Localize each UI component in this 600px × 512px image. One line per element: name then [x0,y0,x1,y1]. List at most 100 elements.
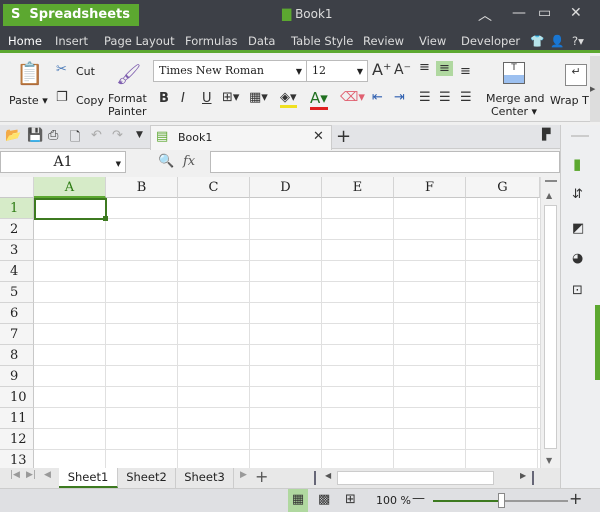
zoom-formula-icon[interactable]: 🔍 [158,154,174,169]
font-size-select[interactable]: 12 ▼ [306,60,368,82]
page-layout-view-icon[interactable]: ⊞ [345,492,356,507]
column-header[interactable]: F [394,177,466,198]
select-all-corner[interactable] [0,177,34,198]
row-header[interactable]: 3 [0,240,34,261]
help-icon[interactable]: ?▾ [572,34,584,48]
scroll-left-icon[interactable]: ◀ [325,471,331,480]
ribbon-scroll-right[interactable]: ▶ [590,56,600,122]
row-header[interactable]: 7 [0,324,34,345]
vertical-scroll-thumb[interactable] [544,205,557,449]
new-doc-icon[interactable]: ▮ [573,155,581,173]
font-family-select[interactable]: Times New Roman ▼ [153,60,307,82]
increase-font-icon[interactable]: A⁺ [372,60,391,79]
active-cell[interactable] [34,198,107,220]
last-sheet-icon[interactable]: ▶| [26,470,36,480]
horizontal-scrollbar[interactable] [337,471,494,485]
vertical-scrollbar[interactable]: ▲ ▼ [540,177,560,468]
scroll-up-icon[interactable]: ▲ [546,191,552,200]
document-tab[interactable]: ▤ Book1 ✕ [150,125,332,150]
fill-handle[interactable] [103,216,108,221]
undo-icon[interactable]: ↶ [91,128,102,143]
clear-format-icon[interactable]: ⌫▾ [340,90,365,105]
sheet-tab-sheet3[interactable]: Sheet3 [176,468,234,488]
print-icon[interactable]: ⎙ [48,128,58,143]
tab-list-icon[interactable]: ▛ [542,128,550,141]
cut-button[interactable]: Cut [76,65,95,78]
tab-formulas[interactable]: Formulas [185,34,238,48]
row-header[interactable]: 6 [0,303,34,324]
zoom-slider-thumb[interactable] [497,493,505,508]
tab-split-handle[interactable] [314,471,316,485]
tab-review[interactable]: Review [363,34,404,48]
row-header[interactable]: 10 [0,387,34,408]
first-sheet-icon[interactable]: |◀ [10,470,20,480]
align-bottom-icon[interactable]: ≡ [460,64,471,79]
sheet-tab-sheet2[interactable]: Sheet2 [118,468,176,488]
row-header[interactable]: 12 [0,429,34,450]
row-header[interactable]: 13 [0,450,34,468]
redo-icon[interactable]: ↷ [112,128,123,143]
column-header[interactable]: D [250,177,322,198]
align-center-icon[interactable]: ☰ [439,90,451,105]
sheet-tab-sheet1[interactable]: Sheet1 [59,468,118,488]
prev-sheet-icon[interactable]: ◀ [44,470,51,480]
split-handle[interactable] [545,180,557,182]
copy-button[interactable]: Copy [76,94,104,107]
column-header[interactable]: G [466,177,540,198]
tab-table-style[interactable]: Table Style [291,34,353,48]
column-header[interactable]: B [106,177,178,198]
name-box[interactable]: A1 ▼ [0,151,126,173]
tab-page-layout[interactable]: Page Layout [104,34,175,48]
tab-developer[interactable]: Developer [461,34,520,48]
spreadsheet-grid[interactable]: A B C D E F G 1 2 3 4 5 6 7 8 9 10 11 12 13 [0,177,540,468]
next-sheet-icon[interactable]: ▶ [240,470,247,480]
align-top-icon[interactable]: ≡ [419,60,430,75]
shape-icon[interactable]: ◩ [572,221,584,236]
select-icon[interactable]: ⇵ [572,187,583,202]
format-painter-button[interactable]: Format [108,92,147,105]
scroll-right-icon[interactable]: ▶ [520,471,526,480]
close-tab-icon[interactable]: ✕ [313,129,324,144]
formula-input[interactable] [210,151,560,173]
row-header[interactable]: 5 [0,282,34,303]
tab-home[interactable]: Home [8,34,42,52]
normal-view-icon[interactable]: ▦ [288,489,308,512]
page-break-view-icon[interactable]: ▩ [318,492,330,507]
decrease-font-icon[interactable]: A⁻ [394,62,411,78]
save-icon[interactable]: 💾 [27,128,43,143]
italic-icon[interactable]: I [181,91,185,106]
app-menu-button[interactable]: S Spreadsheets ▼ [3,4,139,43]
backup-icon[interactable]: ⊡ [572,283,583,298]
row-header[interactable]: 11 [0,408,34,429]
merge-center-button[interactable]: Merge and [486,92,545,105]
align-right-icon[interactable]: ☰ [460,90,472,105]
cell-style-icon[interactable]: ▦▾ [249,90,268,105]
row-header[interactable]: 4 [0,261,34,282]
fill-color-icon[interactable]: ◈▾ [280,90,297,108]
align-left-icon[interactable]: ☰ [419,90,431,105]
print-preview-icon[interactable]: 🗋 [70,128,80,150]
close-button[interactable]: ✕ [570,5,582,21]
wrap-text-button[interactable]: Wrap T [550,94,589,107]
sidebar-expand-handle[interactable] [595,305,600,380]
row-header[interactable]: 8 [0,345,34,366]
column-header[interactable]: E [322,177,394,198]
bold-icon[interactable]: B [159,91,169,106]
collapse-ribbon-button[interactable]: ︿ [478,5,492,25]
maximize-button[interactable]: ▭ [538,5,551,21]
add-sheet-icon[interactable]: + [255,467,268,486]
column-header[interactable]: A [34,177,106,198]
font-color-icon[interactable]: A▾ [310,89,328,110]
shapes-icon[interactable]: ◕ [572,251,583,266]
align-middle-icon[interactable]: ≡ [436,61,453,76]
customize-toolbar-icon[interactable]: ▼ [136,130,143,140]
new-tab-icon[interactable]: + [336,126,351,147]
row-header[interactable]: 1 [0,198,34,219]
skin-icon[interactable]: 👕 [530,34,544,48]
scroll-down-icon[interactable]: ▼ [546,456,552,465]
tab-insert[interactable]: Insert [55,34,88,48]
increase-indent-icon[interactable]: ⇥ [394,90,405,105]
decrease-indent-icon[interactable]: ⇤ [372,90,383,105]
open-icon[interactable]: 📂 [5,128,21,143]
tab-view[interactable]: View [419,34,446,48]
